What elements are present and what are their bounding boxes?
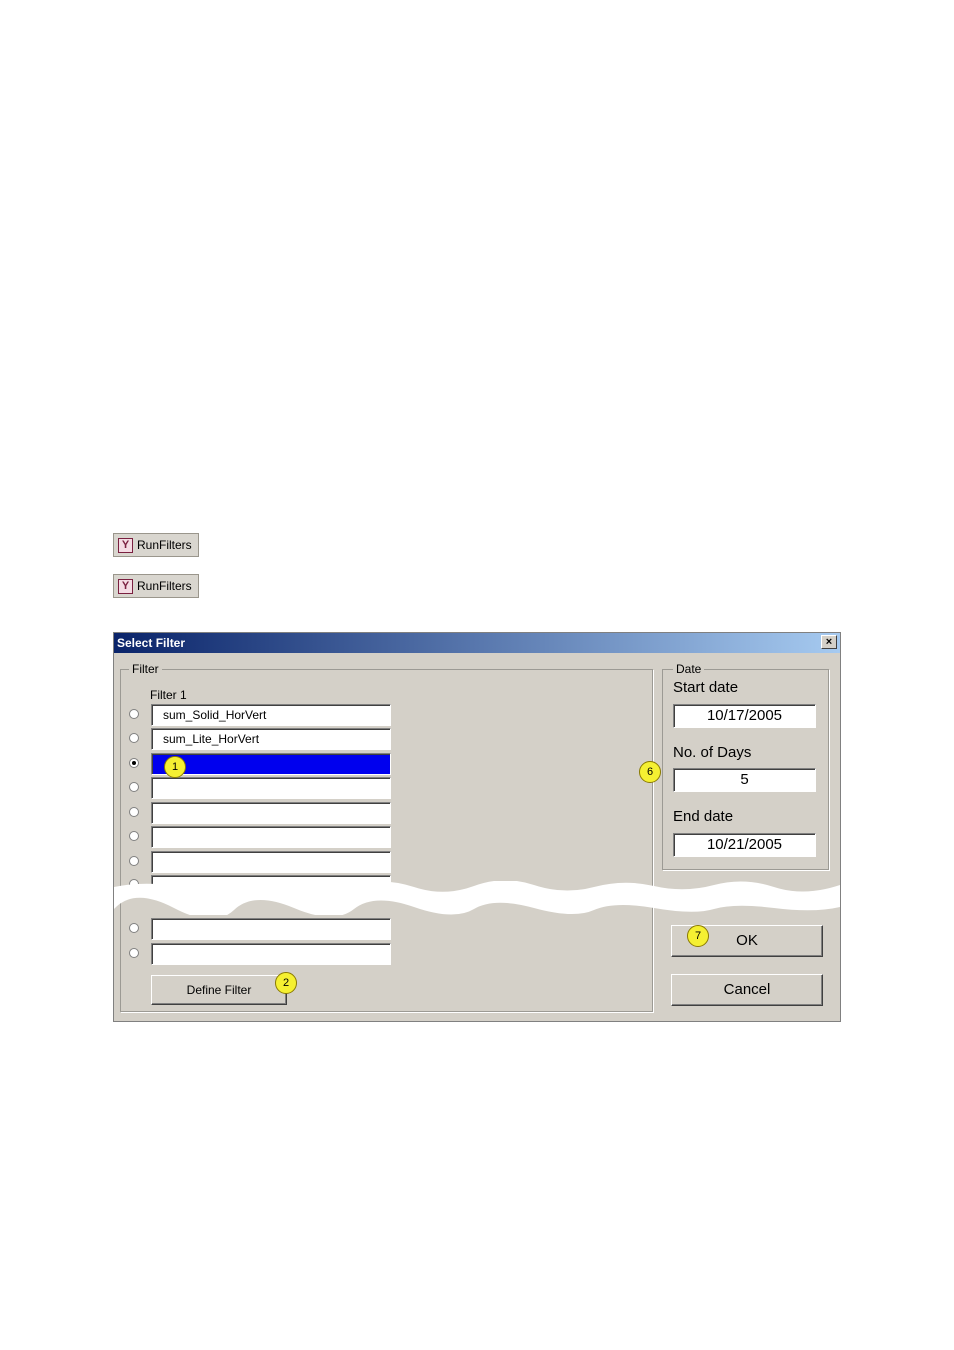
filter-radio[interactable] [129, 948, 139, 958]
end-date-label: End date [673, 808, 734, 825]
filter-funnel-icon: Y [118, 537, 133, 553]
filter-name-field[interactable] [151, 777, 391, 799]
callout-marker: 7 [687, 925, 709, 947]
filter-radio[interactable] [129, 856, 139, 866]
filter-radio[interactable] [129, 807, 139, 817]
filter-name-field[interactable]: sum_Solid_HorVert [151, 704, 391, 726]
filter-name-field-selected[interactable] [151, 753, 391, 775]
no-of-days-label: No. of Days [673, 744, 752, 761]
filter-radio-selected[interactable] [129, 758, 139, 768]
run-filters-label: RunFilters [137, 579, 192, 593]
callout-marker: 1 [164, 756, 186, 778]
filter-name-field[interactable] [151, 826, 391, 848]
close-icon[interactable]: × [821, 635, 837, 649]
filter-funnel-icon: Y [118, 578, 133, 594]
callout-marker: 2 [275, 972, 297, 994]
run-filters-label: RunFilters [137, 538, 192, 552]
torn-cut-separator [114, 881, 840, 915]
cancel-button[interactable]: Cancel [671, 974, 823, 1006]
filter-name-field[interactable] [151, 802, 391, 824]
end-date-field[interactable]: 10/21/2005 [673, 833, 816, 857]
no-of-days-field[interactable]: 5 [673, 768, 816, 792]
filter-radio[interactable] [129, 709, 139, 719]
dialog-title-bar: Select Filter × [114, 633, 840, 653]
filter-name-field[interactable]: sum_Lite_HorVert [151, 728, 391, 750]
callout-marker: 6 [639, 761, 661, 783]
filter-column-label: Filter 1 [150, 688, 187, 702]
start-date-field[interactable]: 10/17/2005 [673, 704, 816, 728]
filter-radio[interactable] [129, 782, 139, 792]
filter-radio[interactable] [129, 923, 139, 933]
filter-radio[interactable] [129, 831, 139, 841]
define-filter-button[interactable]: Define Filter [151, 975, 287, 1005]
dialog-title: Select Filter [117, 636, 186, 650]
run-filters-button[interactable]: Y RunFilters [113, 533, 199, 557]
filter-name-field[interactable] [151, 851, 391, 873]
filter-radio[interactable] [129, 733, 139, 743]
start-date-label: Start date [673, 679, 739, 696]
filter-name-field[interactable] [151, 943, 391, 965]
select-filter-dialog: Select Filter × Filter Filter 1 sum_Soli… [113, 632, 841, 1022]
filter-name-field[interactable] [151, 918, 391, 940]
date-group-legend: Date [673, 662, 705, 676]
run-filters-button[interactable]: Y RunFilters [113, 574, 199, 598]
filter-group-legend: Filter [129, 662, 162, 676]
